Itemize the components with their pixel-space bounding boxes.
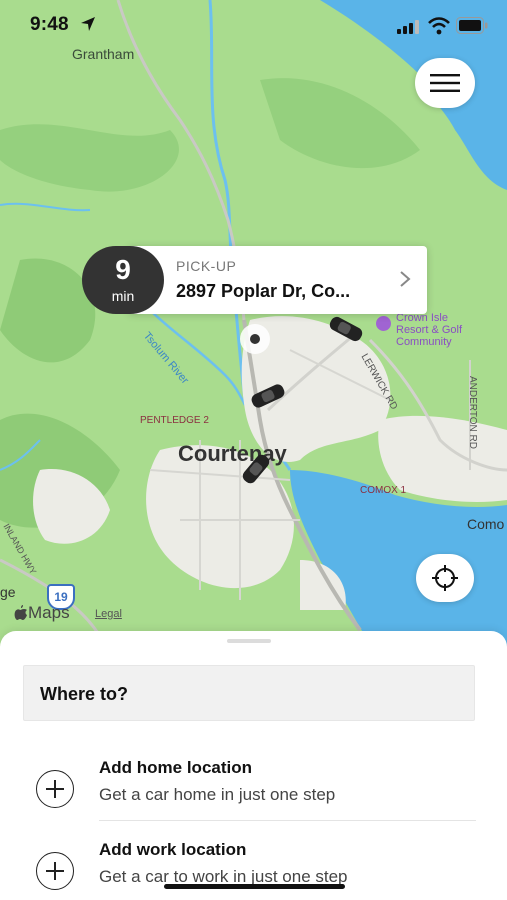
- chevron-right-icon: [400, 271, 411, 287]
- apple-logo-icon: [14, 605, 27, 620]
- location-arrow-icon: [81, 17, 95, 31]
- map-label-crown-isle-line3: Community: [396, 336, 452, 348]
- where-to-label: Where to?: [40, 684, 128, 704]
- map-label-como: Como: [467, 516, 505, 532]
- add-home-location-row[interactable]: Add home location Get a car home in just…: [0, 758, 507, 828]
- eta-badge: 9 min: [82, 246, 164, 314]
- map-label-pentledge: PENTLEDGE 2: [140, 415, 209, 426]
- wifi-icon: [428, 17, 450, 35]
- hamburger-menu-icon: [430, 74, 460, 92]
- car-icon: [329, 316, 363, 342]
- add-home-subtitle: Get a car home in just one step: [99, 785, 336, 804]
- cellular-signal-icon: [397, 20, 419, 34]
- highway-shield-number: 19: [54, 590, 68, 604]
- eta-unit: min: [111, 288, 135, 304]
- map-label-ge: ge: [0, 584, 16, 600]
- status-bar: 9:48: [0, 0, 507, 50]
- maps-logo-text: Maps: [28, 603, 70, 622]
- home-indicator: [164, 884, 345, 889]
- add-circle-icon: [36, 852, 74, 890]
- car-icon: [242, 454, 270, 484]
- car-icon: [251, 384, 285, 408]
- map-label-comox: COMOX 1: [360, 485, 407, 496]
- pickup-details[interactable]: PICK-UP 2897 Poplar Dr, Co...: [128, 246, 427, 314]
- status-time: 9:48: [30, 14, 69, 35]
- legal-link[interactable]: Legal: [95, 608, 122, 620]
- pickup-label: PICK-UP: [176, 258, 237, 274]
- add-work-location-row[interactable]: Add work location Get a car to work in j…: [0, 840, 507, 900]
- pickup-card[interactable]: 9 min PICK-UP 2897 Poplar Dr, Co...: [82, 246, 427, 314]
- add-circle-icon: [36, 770, 74, 808]
- maps-attribution: Maps: [14, 603, 70, 623]
- add-home-title: Add home location: [99, 758, 252, 777]
- bottom-sheet: Where to? Add home location Get a car ho…: [0, 631, 507, 900]
- eta-value: 9: [115, 254, 131, 285]
- sheet-grabber[interactable]: [227, 639, 271, 643]
- where-to-input[interactable]: Where to?: [23, 665, 475, 721]
- add-work-title: Add work location: [99, 840, 247, 859]
- pickup-pin-icon: [240, 324, 270, 354]
- menu-button[interactable]: [415, 58, 475, 108]
- divider: [99, 820, 476, 821]
- battery-icon: [456, 17, 488, 34]
- crosshair-icon: [432, 565, 458, 591]
- golf-poi-icon: [376, 316, 391, 331]
- pickup-address: 2897 Poplar Dr, Co...: [176, 281, 351, 301]
- map-label-anderton-rd: ANDERTON RD: [467, 376, 478, 449]
- recenter-location-button[interactable]: [416, 554, 474, 602]
